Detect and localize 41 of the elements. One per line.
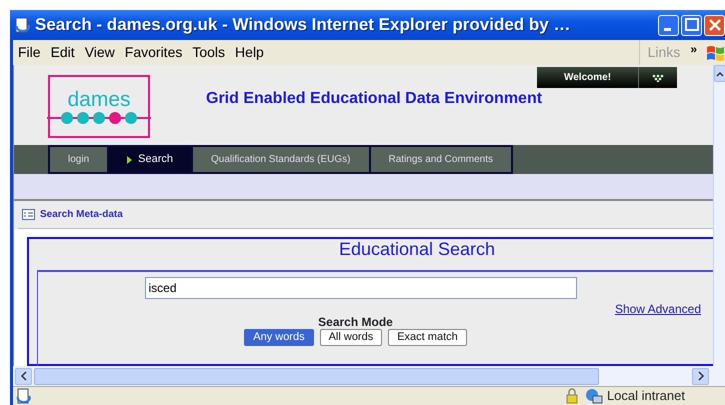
nav-tab[interactable]: Ratings and Comments [370, 145, 514, 174]
page-icon [15, 388, 31, 404]
window-title: Search - dames.org.uk - Windows Internet Explorer provided by … [35, 14, 570, 36]
search-mode-button[interactable]: Any words [244, 329, 314, 346]
welcome-text: Welcome! [537, 67, 639, 88]
arrow-icon [127, 156, 134, 164]
panel-title[interactable]: Search Meta-data [40, 207, 123, 222]
minimize-icon [664, 28, 670, 31]
menu-item[interactable]: Help [230, 42, 269, 63]
menu-item[interactable]: Tools [187, 42, 230, 63]
nav-tab[interactable]: login [48, 145, 110, 174]
search-mode-label: Search Mode [318, 316, 393, 330]
scroll-left-button[interactable] [15, 368, 32, 384]
lock-icon [564, 388, 579, 404]
logo-text: dames [67, 88, 131, 110]
search-field[interactable]: isced [144, 276, 576, 299]
menu-item[interactable]: File [13, 42, 46, 63]
dots-icon[interactable] [652, 74, 664, 82]
list-icon [22, 209, 35, 220]
search-mode-button[interactable]: All words [320, 329, 382, 346]
search-mode-button[interactable]: Exact match [388, 329, 467, 346]
menu-item[interactable]: View [80, 42, 120, 63]
security-zone: Local intranet [606, 387, 685, 405]
scroll-up-button[interactable] [714, 65, 725, 82]
nav-tab[interactable]: Qualification Standards (EUGs) [193, 145, 371, 174]
close-icon [708, 18, 721, 32]
maximize-icon [684, 18, 698, 31]
maximize-button[interactable] [681, 14, 702, 36]
search-heading: Educational Search [338, 239, 496, 261]
scroll-right-button[interactable] [692, 368, 709, 384]
network-icon [584, 388, 603, 404]
scrollbar-thumb[interactable] [34, 368, 599, 384]
advanced-options-link[interactable]: Show Advanced [614, 302, 701, 316]
menu-item[interactable]: Favorites [120, 42, 188, 63]
browser-icon [14, 17, 30, 33]
nav-tab[interactable]: Search [109, 145, 193, 174]
menu-item[interactable]: Edit [46, 42, 80, 63]
close-button[interactable] [704, 14, 725, 36]
more-links-button[interactable]: » [690, 40, 697, 58]
minimize-button[interactable] [658, 14, 679, 36]
site-title: Grid Enabled Educational Data Environment [206, 89, 542, 109]
